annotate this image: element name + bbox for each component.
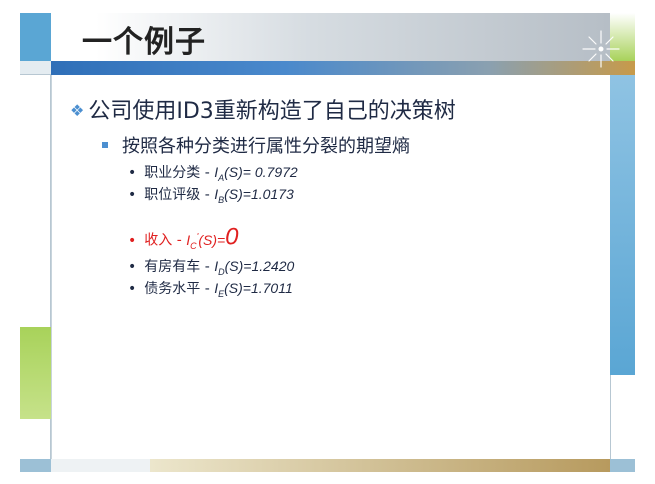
dot-bullet-icon: • — [128, 232, 137, 249]
dot-bullet-icon: • — [128, 281, 137, 297]
income-entropy-value: 0 — [225, 223, 239, 251]
left-footer-panel — [20, 459, 51, 472]
list-item-debt-level: • 债务水平 - IE(S)=1.7011 — [128, 280, 293, 299]
bullet-2-text: 按照各种分类进行属性分裂的期望熵 — [122, 136, 410, 157]
bullet-level-1: ❖ 公司使用ID3重新构造了自己的决策树 — [70, 97, 456, 128]
right-blue-panel — [610, 75, 635, 375]
diamond-bullet-icon: ❖ — [70, 101, 85, 120]
dot-bullet-icon: • — [128, 259, 137, 275]
right-footer-panel — [610, 459, 635, 472]
footer-left-segment — [51, 459, 150, 472]
footer-bar — [150, 459, 610, 472]
sunburst-decoration-icon — [582, 30, 620, 68]
header-underline-bar — [51, 61, 635, 75]
bullet-level-2: 按照各种分类进行属性分裂的期望熵 — [102, 134, 410, 160]
square-bullet-icon — [102, 142, 108, 148]
right-white-panel — [610, 375, 635, 459]
list-item-job-rank: • 职位评级 - IB(S)=1.0173 — [128, 186, 294, 205]
left-green-panel — [20, 327, 51, 419]
slide-title: 一个例子 — [82, 25, 206, 60]
left-middle-panel — [20, 75, 51, 327]
dot-bullet-icon: • — [128, 165, 137, 181]
left-top-panel — [20, 13, 51, 61]
left-bottom-panel — [20, 419, 51, 459]
bullet-1-text: 公司使用ID3重新构造了自己的决策树 — [88, 99, 456, 124]
left-bar-segment — [20, 61, 51, 75]
slide-frame — [20, 13, 635, 472]
dot-bullet-icon: • — [128, 187, 137, 203]
list-item-income: • 收入 - IC'(S)=0 — [128, 223, 239, 251]
